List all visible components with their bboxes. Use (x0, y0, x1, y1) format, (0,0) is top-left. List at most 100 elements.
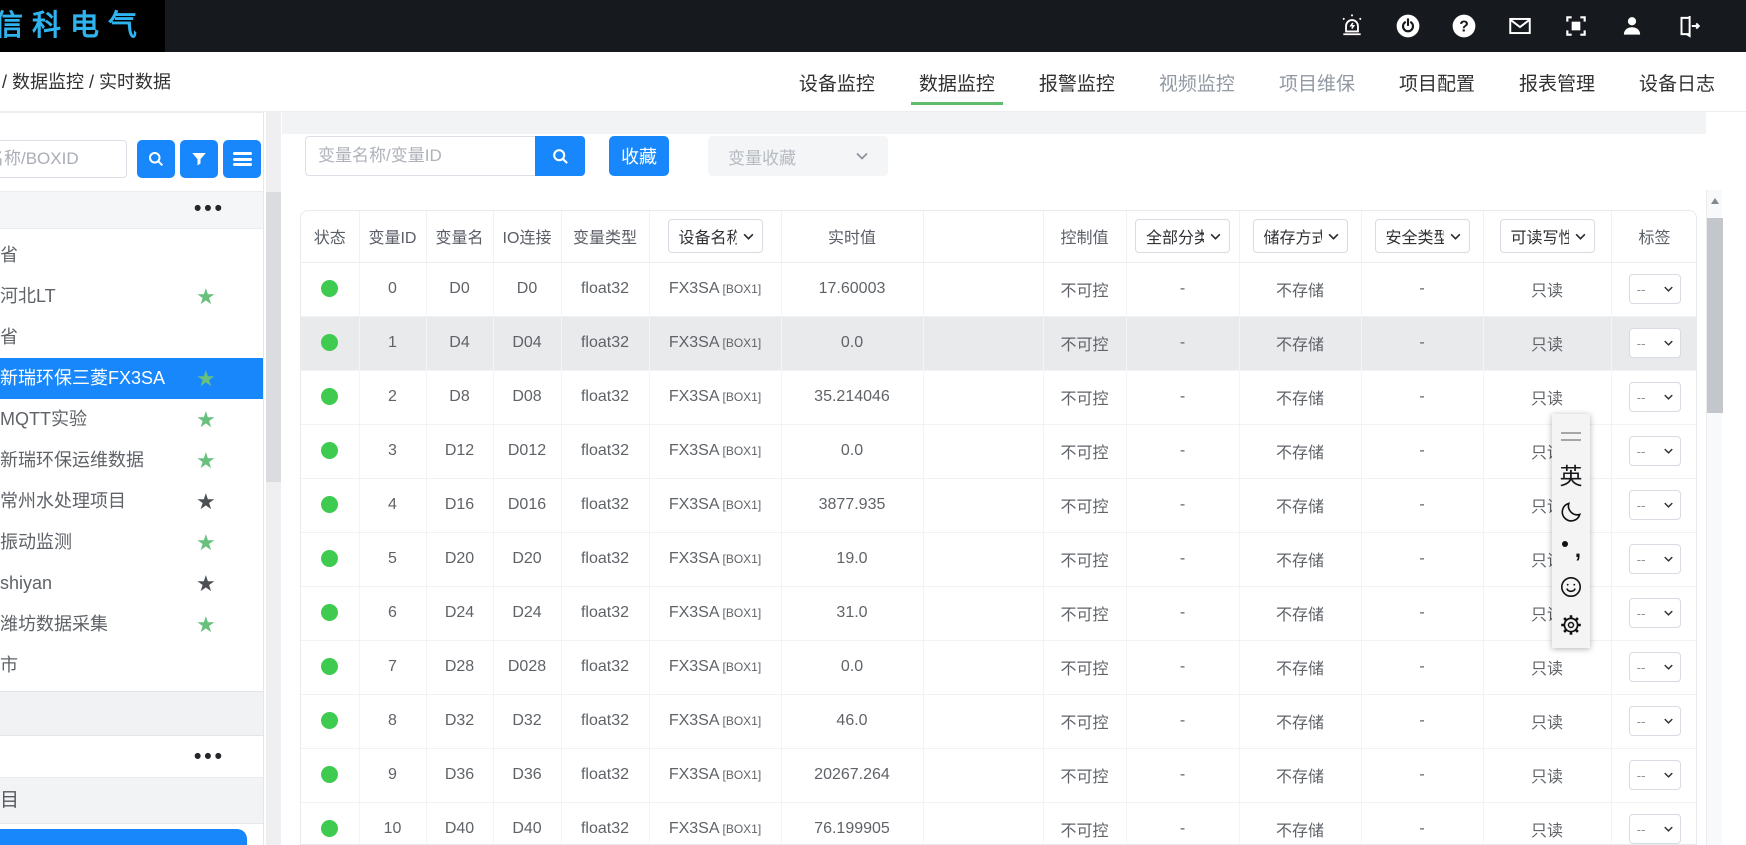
main-scrollbar[interactable] (1706, 190, 1722, 845)
sidebar-list-item[interactable]: 新瑞环保运维数据 ★ (0, 440, 263, 481)
variable-id-cell: 6 (359, 586, 426, 640)
column-filter-select[interactable]: 安全类型 (1375, 219, 1470, 253)
ime-settings-gear-icon[interactable] (1556, 609, 1586, 641)
variable-search-button[interactable] (535, 136, 585, 176)
sidebar-filter-button[interactable] (180, 140, 218, 178)
logout-icon[interactable] (1674, 12, 1702, 40)
tag-select[interactable]: -- (1629, 274, 1681, 304)
menu-item[interactable]: 项目配置 (1399, 69, 1475, 96)
menu-item[interactable]: 设备监控 (799, 69, 875, 96)
help-icon[interactable]: ? (1450, 12, 1478, 40)
table-header-cell: 标签 标签 (1611, 211, 1697, 262)
sidebar-more-button[interactable]: ••• (194, 192, 225, 226)
breadcrumb[interactable]: / 数据监控 / 实时数据 (2, 52, 171, 112)
ime-moon-icon[interactable] (1556, 496, 1586, 528)
ime-language-toggle[interactable]: 英 (1556, 458, 1586, 490)
tag-select[interactable]: -- (1629, 436, 1681, 466)
menu-item[interactable]: 项目维保 (1279, 69, 1355, 96)
tag-select[interactable]: -- (1629, 544, 1681, 574)
sidebar-scrollbar[interactable] (266, 112, 281, 845)
variable-favorite-select[interactable]: 变量收藏 (708, 136, 888, 176)
sidebar-search-button[interactable] (137, 140, 175, 178)
column-filter-select[interactable]: 可读写性 (1500, 219, 1595, 253)
table-row[interactable]: 3 D12 D012 float32 FX3SA[BOX1] 0.0 不可控 -… (301, 424, 1697, 478)
sidebar-list-item[interactable]: 新瑞环保三菱FX3SA ★ (0, 358, 263, 399)
table-row[interactable]: 4 D16 D016 float32 FX3SA[BOX1] 3877.935 … (301, 478, 1697, 532)
tag-select[interactable]: -- (1629, 490, 1681, 520)
menu-item[interactable]: 数据监控 (919, 69, 995, 96)
main-scrollbar-thumb[interactable] (1707, 218, 1723, 413)
sidebar-list-item[interactable]: 振动监测 ★ (0, 522, 263, 563)
sidebar-search-input[interactable] (0, 140, 127, 178)
app-logo-text: 信科电气 (0, 0, 146, 52)
tag-select[interactable]: -- (1629, 652, 1681, 682)
column-filter-select[interactable]: 全部分类 (1135, 219, 1230, 253)
favorite-button[interactable]: 收藏 (609, 136, 669, 176)
add-project-button[interactable]: 新增项目 (0, 829, 247, 845)
sidebar-more-button-2[interactable]: ••• (194, 736, 225, 778)
sidebar-scrollbar-thumb[interactable] (266, 192, 281, 482)
ime-emoji-icon[interactable] (1556, 571, 1586, 603)
variable-id-cell: 3 (359, 424, 426, 478)
control-value-cell: 不可控 (1043, 586, 1126, 640)
sidebar-group-row[interactable]: 目 (0, 778, 263, 824)
tag-select[interactable]: -- (1629, 598, 1681, 628)
favorite-star-icon[interactable]: ★ (196, 522, 216, 563)
table-header-cell: 控制值 控制值 (1043, 211, 1126, 262)
scroll-up-arrow-icon[interactable] (1711, 198, 1719, 204)
favorite-star-icon[interactable]: ★ (196, 276, 216, 317)
fullscreen-icon[interactable] (1562, 12, 1590, 40)
table-row[interactable]: 5 D20 D20 float32 FX3SA[BOX1] 19.0 不可控 -… (301, 532, 1697, 586)
favorite-star-icon[interactable]: ★ (196, 440, 216, 481)
table-row[interactable]: 9 D36 D36 float32 FX3SA[BOX1] 20267.264 … (301, 748, 1697, 802)
table-row[interactable]: 7 D28 D028 float32 FX3SA[BOX1] 0.0 不可控 -… (301, 640, 1697, 694)
sidebar-list-item[interactable]: 常州水处理项目 ★ (0, 481, 263, 522)
favorite-star-icon[interactable]: ★ (196, 563, 216, 604)
control-value-cell: 不可控 (1043, 802, 1126, 845)
table-row[interactable]: 8 D32 D32 float32 FX3SA[BOX1] 46.0 不可控 -… (301, 694, 1697, 748)
table-row[interactable]: 0 D0 D0 float32 FX3SA[BOX1] 17.60003 不可控… (301, 262, 1697, 316)
sidebar-list-item[interactable]: shiyan ★ (0, 563, 263, 604)
tag-select[interactable]: -- (1629, 814, 1681, 844)
sidebar-menu-button[interactable] (223, 140, 261, 178)
table-header-cell: 安全类型 安全类型 (1361, 211, 1483, 262)
control-value-cell: 不可控 (1043, 532, 1126, 586)
ime-drag-handle[interactable] (1556, 421, 1586, 453)
tag-select[interactable]: -- (1629, 382, 1681, 412)
security-cell: - (1361, 478, 1483, 532)
menu-item[interactable]: 视频监控 (1159, 69, 1235, 96)
table-row[interactable]: 2 D8 D08 float32 FX3SA[BOX1] 35.214046 不… (301, 370, 1697, 424)
menu-item[interactable]: 报警监控 (1039, 69, 1115, 96)
ime-punctuation-icon[interactable]: , (1556, 534, 1586, 566)
favorite-star-icon[interactable]: ★ (196, 399, 216, 440)
tag-select[interactable]: -- (1629, 706, 1681, 736)
menu-item[interactable]: 设备日志 (1639, 69, 1715, 96)
sidebar-list-item[interactable]: 省 ★ (0, 317, 263, 358)
table-row[interactable]: 1 D4 D04 float32 FX3SA[BOX1] 0.0 不可控 - 不… (301, 316, 1697, 370)
tag-select[interactable]: -- (1629, 760, 1681, 790)
sidebar-list-item[interactable]: 市 ★ (0, 645, 263, 686)
sidebar-list-item[interactable]: 河北LT ★ (0, 276, 263, 317)
column-filter-select[interactable]: 储存方式 (1253, 219, 1348, 253)
user-icon[interactable] (1618, 12, 1646, 40)
sidebar-list-item[interactable]: 潍坊数据采集 ★ (0, 604, 263, 645)
sidebar-list-item[interactable]: 省 ★ (0, 235, 263, 276)
power-icon[interactable] (1394, 12, 1422, 40)
chevron-down-icon (1664, 556, 1673, 562)
column-filter-select[interactable]: 设备名称 (668, 219, 763, 253)
table-row[interactable]: 6 D24 D24 float32 FX3SA[BOX1] 31.0 不可控 -… (301, 586, 1697, 640)
favorite-star-icon[interactable]: ★ (196, 358, 216, 399)
favorite-star-icon[interactable]: ★ (196, 481, 216, 522)
variable-search-input[interactable] (305, 136, 535, 176)
main-menu: 设备监控 数据监控 报警监控 视频监控 项目维保 项目配置 报表管理 设备日志 (799, 52, 1715, 112)
tag-select[interactable]: -- (1629, 328, 1681, 358)
favorite-star-icon[interactable]: ★ (196, 604, 216, 645)
mail-icon[interactable] (1506, 12, 1534, 40)
column-label: 状态 (314, 230, 346, 247)
menu-item[interactable]: 报表管理 (1519, 69, 1595, 96)
alarm-beacon-icon[interactable] (1338, 12, 1366, 40)
device-cell: FX3SA[BOX1] (649, 748, 781, 802)
sidebar-list-item[interactable]: MQTT实验 ★ (0, 399, 263, 440)
table-row[interactable]: 10 D40 D40 float32 FX3SA[BOX1] 76.199905… (301, 802, 1697, 845)
empty-cell (923, 262, 1043, 316)
